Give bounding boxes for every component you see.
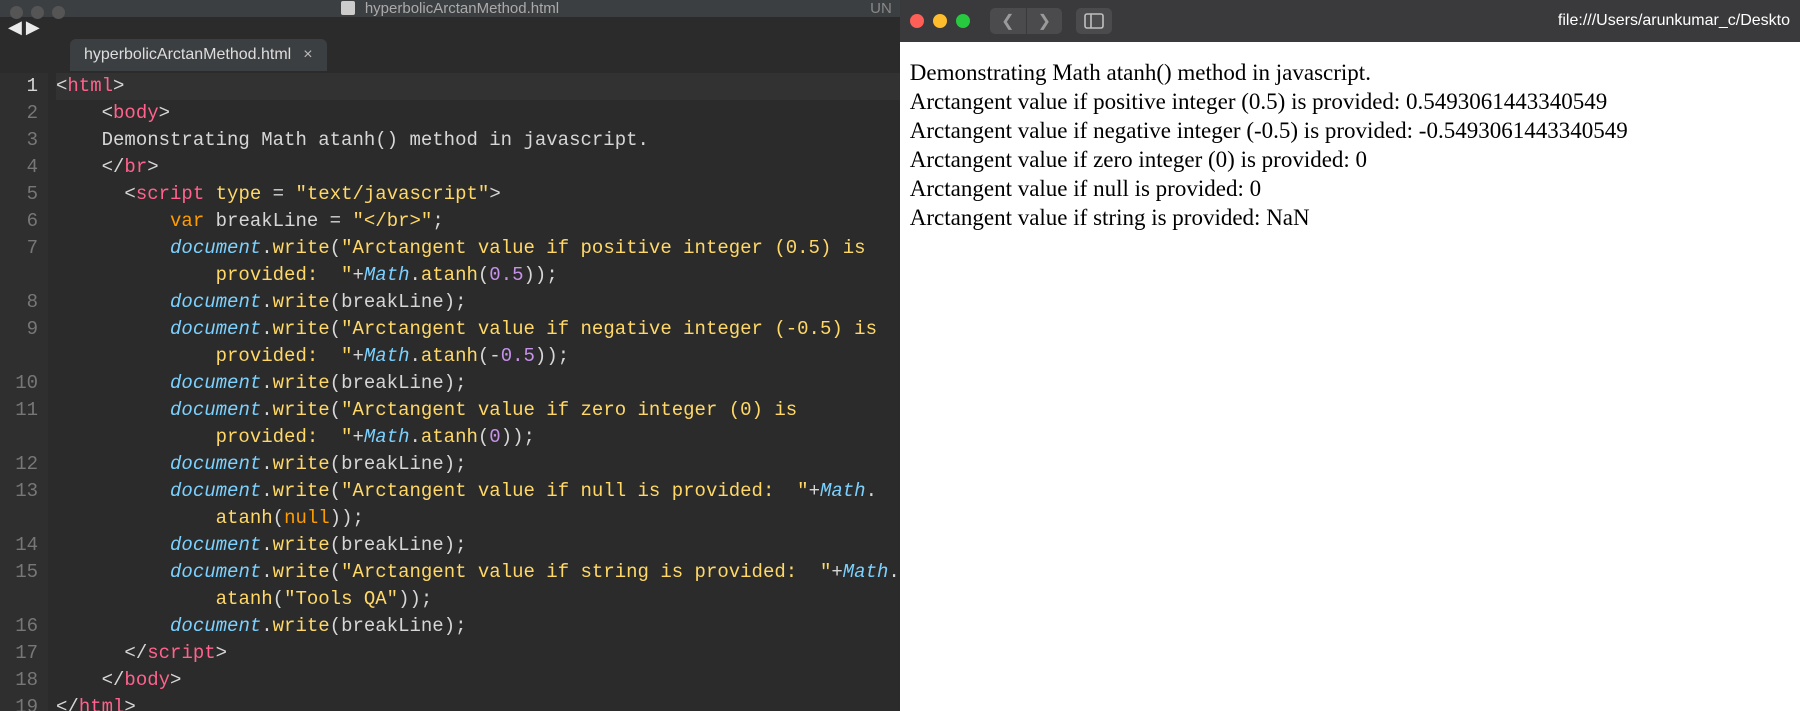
- nav-back-icon[interactable]: ◀: [8, 17, 22, 39]
- code-line: document.write(breakLine);: [56, 370, 900, 397]
- code-line-wrap: provided: "+Math.atanh(0));: [56, 424, 900, 451]
- window-zoom-icon[interactable]: [956, 14, 970, 28]
- code-line: </script>: [56, 640, 900, 667]
- line-number: 18: [0, 667, 38, 694]
- line-number-gutter: 1234567 89 1011 1213 1415 16171819: [0, 73, 48, 711]
- line-number-blank: [0, 424, 38, 451]
- code-line: document.write("Arctangent value if stri…: [56, 559, 900, 586]
- line-number: 13: [0, 478, 38, 505]
- code-editor-window: hyperbolicArctanMethod.html UN ◀ ▶ hyper…: [0, 0, 900, 711]
- code-line: document.write("Arctangent value if null…: [56, 478, 900, 505]
- code-line: </body>: [56, 667, 900, 694]
- window-minimize-icon[interactable]: [31, 6, 44, 19]
- line-number: 5: [0, 181, 38, 208]
- line-number: 16: [0, 613, 38, 640]
- line-number: 9: [0, 316, 38, 343]
- line-number: 2: [0, 100, 38, 127]
- code-line: </br>: [56, 154, 900, 181]
- code-line: document.write("Arctangent value if zero…: [56, 397, 900, 424]
- code-line: document.write("Arctangent value if posi…: [56, 235, 900, 262]
- line-number: 14: [0, 532, 38, 559]
- window-zoom-icon[interactable]: [52, 6, 65, 19]
- code-line: document.write(breakLine);: [56, 613, 900, 640]
- sidebar-toggle-button[interactable]: [1076, 8, 1112, 34]
- line-number: 15: [0, 559, 38, 586]
- code-line: var breakLine = "</br>";: [56, 208, 900, 235]
- line-number: 7: [0, 235, 38, 262]
- output-line: Demonstrating Math atanh() method in jav…: [910, 58, 1790, 87]
- browser-url[interactable]: file:///Users/arunkumar_c/Deskto: [1558, 12, 1790, 30]
- code-line-wrap: atanh("Tools QA"));: [56, 586, 900, 613]
- code-line: document.write(breakLine);: [56, 532, 900, 559]
- line-number: 6: [0, 208, 38, 235]
- code-line: document.write(breakLine);: [56, 451, 900, 478]
- line-number: 10: [0, 370, 38, 397]
- line-number: 17: [0, 640, 38, 667]
- editor-tabs: hyperbolicArctanMethod.html ×: [0, 39, 900, 71]
- editor-traffic-lights: [10, 6, 65, 19]
- output-line: Arctangent value if positive integer (0.…: [910, 87, 1790, 116]
- line-number: 3: [0, 127, 38, 154]
- code-line-wrap: provided: "+Math.atanh(-0.5));: [56, 343, 900, 370]
- code-area[interactable]: 1234567 89 1011 1213 1415 16171819 <html…: [0, 71, 900, 711]
- line-number: 1: [0, 73, 38, 100]
- sidebar-icon: [1084, 13, 1104, 29]
- browser-window: ❮ ❯ file:///Users/arunkumar_c/Deskto Dem…: [900, 0, 1800, 711]
- line-number: 11: [0, 397, 38, 424]
- tab-close-icon[interactable]: ×: [303, 46, 312, 64]
- line-number: 12: [0, 451, 38, 478]
- code-line-wrap: atanh(null));: [56, 505, 900, 532]
- line-number-blank: [0, 586, 38, 613]
- code-line-wrap: provided: "+Math.atanh(0.5));: [56, 262, 900, 289]
- tab-hyperbolic-arctan[interactable]: hyperbolicArctanMethod.html ×: [70, 39, 327, 71]
- line-number-blank: [0, 505, 38, 532]
- nav-forward-icon[interactable]: ▶: [26, 17, 40, 39]
- document-icon: [341, 1, 355, 15]
- forward-button[interactable]: ❯: [1026, 8, 1062, 34]
- line-number-blank: [0, 343, 38, 370]
- encoding-badge: UN: [870, 0, 892, 17]
- line-number-blank: [0, 262, 38, 289]
- code-line: <body>: [56, 100, 900, 127]
- browser-traffic-lights: [910, 14, 970, 28]
- code-line: </html>: [56, 694, 900, 711]
- output-line: Arctangent value if null is provided: 0: [910, 174, 1790, 203]
- output-line: Arctangent value if zero integer (0) is …: [910, 145, 1790, 174]
- code-line: <html>: [56, 73, 900, 100]
- window-close-icon[interactable]: [10, 6, 23, 19]
- code-line: Demonstrating Math atanh() method in jav…: [56, 127, 900, 154]
- editor-nav-arrows: ◀ ▶: [0, 17, 900, 39]
- line-number: 4: [0, 154, 38, 181]
- browser-nav-buttons: ❮ ❯: [990, 8, 1062, 34]
- line-number: 8: [0, 289, 38, 316]
- code-content[interactable]: <html> <body> Demonstrating Math atanh()…: [48, 73, 900, 711]
- output-line: Arctangent value if string is provided: …: [910, 203, 1790, 232]
- code-line: <script type = "text/javascript">: [56, 181, 900, 208]
- tab-label: hyperbolicArctanMethod.html: [84, 46, 291, 64]
- line-number: 19: [0, 694, 38, 711]
- editor-titlebar: hyperbolicArctanMethod.html UN: [0, 0, 900, 17]
- browser-page: Demonstrating Math atanh() method in jav…: [900, 42, 1800, 711]
- code-line: document.write("Arctangent value if nega…: [56, 316, 900, 343]
- back-button[interactable]: ❮: [990, 8, 1026, 34]
- code-line: document.write(breakLine);: [56, 289, 900, 316]
- window-close-icon[interactable]: [910, 14, 924, 28]
- browser-titlebar: ❮ ❯ file:///Users/arunkumar_c/Deskto: [900, 0, 1800, 42]
- output-line: Arctangent value if negative integer (-0…: [910, 116, 1790, 145]
- window-minimize-icon[interactable]: [933, 14, 947, 28]
- editor-title: hyperbolicArctanMethod.html: [341, 0, 559, 17]
- editor-title-text: hyperbolicArctanMethod.html: [365, 0, 559, 17]
